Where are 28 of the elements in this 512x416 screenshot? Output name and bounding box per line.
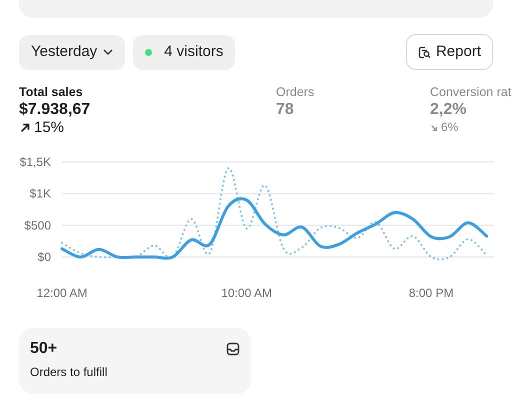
trend-percent: 15% [34, 119, 64, 136]
metric-tab[interactable]: Total sales $7.938,67 15% [19, 85, 276, 136]
inbox-icon [226, 342, 240, 356]
caret-icon [103, 49, 114, 55]
orders-label: Orders to fulfill [30, 365, 108, 380]
fulfill-card[interactable]: 50+ Orders to fulfill [19, 328, 251, 394]
y-axis-label: $1,5K [20, 155, 51, 169]
y-axis-label: $1K [30, 186, 51, 201]
x-axis-label: 12:00 AM [36, 286, 88, 300]
metric-value: 2,2% [430, 100, 468, 119]
trend-percent: 6% [441, 119, 458, 136]
x-axis-label: 10:00 AM [221, 286, 272, 300]
report-button[interactable]: Report [406, 34, 493, 70]
trend-down-icon [430, 124, 438, 132]
trend-up-icon [19, 122, 31, 134]
metric-label: Conversion rat [430, 85, 512, 100]
orders-count: 50+ [30, 339, 58, 359]
status-dot [145, 48, 152, 56]
y-axis-label: $500 [24, 218, 51, 232]
report-search-icon [418, 46, 431, 58]
y-axis-label: $0 [38, 250, 51, 264]
metric-label: Orders [276, 85, 316, 100]
metric-value: $7.938,67 [19, 100, 92, 119]
x-axis-label: 8:00 PM [408, 286, 454, 300]
date-dropdown[interactable]: Yesterday [19, 34, 126, 70]
metric-value: 78 [276, 100, 295, 119]
visitors-button[interactable]: 4 visitors [133, 34, 236, 70]
metric-label: Total sales [19, 85, 84, 100]
